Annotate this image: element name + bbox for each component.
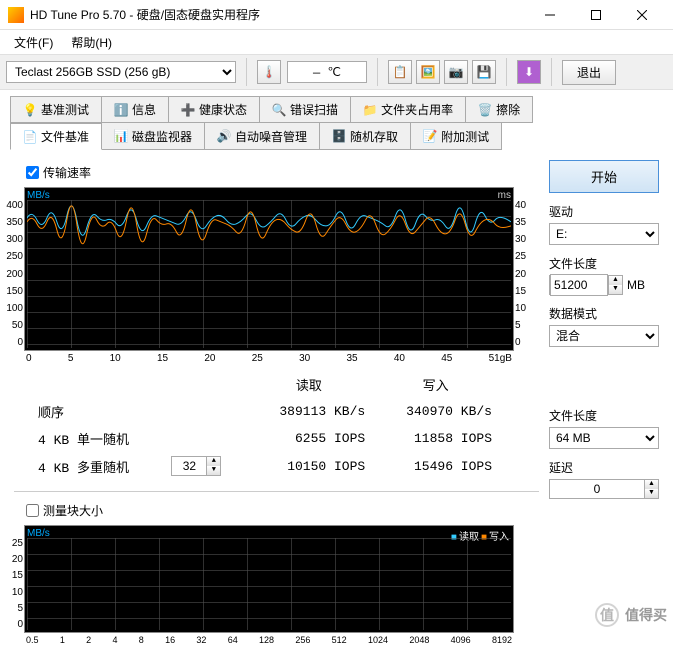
data-mode-label: 数据模式: [549, 305, 659, 322]
data-mode-select[interactable]: 混合: [549, 325, 659, 347]
tab-文件基准[interactable]: 📄文件基准: [10, 123, 102, 150]
window-title: HD Tune Pro 5.70 - 硬盘/固态硬盘实用程序: [30, 6, 527, 23]
exit-button[interactable]: 退出: [562, 60, 616, 85]
tab-磁盘监视器[interactable]: 📊磁盘监视器: [101, 123, 205, 150]
transfer-rate-checkbox[interactable]: [26, 166, 39, 179]
table-row: 顺序389113 KB/s340970 KB/s: [32, 399, 498, 424]
file-length-input[interactable]: [550, 274, 608, 296]
tab-icon: 📁: [363, 103, 377, 117]
watermark-icon: 值: [595, 603, 619, 627]
copy-text-icon[interactable]: 📋: [388, 60, 412, 84]
tab-健康状态[interactable]: ➕健康状态: [168, 96, 260, 123]
file-length-label: 文件长度: [549, 255, 659, 272]
menu-file[interactable]: 文件(F): [6, 32, 61, 53]
file-length-2-select[interactable]: 64 MB: [549, 427, 659, 449]
save-icon[interactable]: 💾: [472, 60, 496, 84]
tab-icon: 🔍: [272, 103, 286, 117]
tab-错误扫描[interactable]: 🔍错误扫描: [259, 96, 351, 123]
drive-field-label: 驱动: [549, 203, 659, 220]
tab-擦除[interactable]: 🗑️擦除: [465, 96, 533, 123]
close-button[interactable]: [619, 0, 665, 30]
block-size-label: 测量块大小: [43, 502, 103, 519]
tab-icon: 🔊: [217, 129, 231, 143]
transfer-rate-label: 传输速率: [43, 164, 91, 181]
tab-基准测试[interactable]: 💡基准测试: [10, 96, 102, 123]
drive-select[interactable]: Teclast 256GB SSD (256 gB): [6, 61, 236, 83]
block-size-checkbox[interactable]: [26, 504, 39, 517]
file-length-2-label: 文件长度: [549, 407, 659, 424]
tab-icon: 📊: [114, 129, 128, 143]
tab-icon: ℹ️: [114, 103, 128, 117]
titlebar: HD Tune Pro 5.70 - 硬盘/固态硬盘实用程序: [0, 0, 673, 30]
delay-input[interactable]: [550, 482, 644, 496]
tab-自动噪音管理[interactable]: 🔊自动噪音管理: [204, 123, 320, 150]
tab-icon: 📝: [423, 129, 437, 143]
spin-up-icon[interactable]: ▲: [644, 480, 658, 489]
transfer-rate-chart: MB/s ms 400350300250200150100500 4035302…: [24, 187, 514, 351]
table-row: 4 KB 单一随机6255 IOPS11858 IOPS: [32, 426, 498, 451]
temperature-readout: — ℃: [287, 61, 367, 83]
start-button[interactable]: 开始: [549, 160, 659, 193]
write-header: 写入: [373, 372, 498, 397]
tab-icon: 💡: [23, 103, 37, 117]
tab-文件夹占用率[interactable]: 📁文件夹占用率: [350, 96, 466, 123]
delay-label: 延迟: [549, 459, 659, 476]
tab-信息[interactable]: ℹ️信息: [101, 96, 169, 123]
menu-help[interactable]: 帮助(H): [63, 32, 120, 53]
spin-down-icon[interactable]: ▼: [608, 285, 622, 294]
watermark: 值 值得买: [595, 603, 667, 627]
tab-附加测试[interactable]: 📝附加测试: [410, 123, 502, 150]
spin-down-icon[interactable]: ▼: [644, 489, 658, 498]
tab-icon: ➕: [181, 103, 195, 117]
tab-icon: 🗑️: [478, 103, 492, 117]
spin-down-icon[interactable]: ▼: [206, 466, 220, 475]
camera-icon[interactable]: 📷: [444, 60, 468, 84]
tab-icon: 🗄️: [332, 129, 346, 143]
toolbar: Teclast 256GB SSD (256 gB) 🌡️ — ℃ 📋 🖼️ 📷…: [0, 54, 673, 90]
tab-icon: 📄: [23, 130, 37, 144]
app-icon: [8, 7, 24, 23]
block-size-chart: MB/s 读取 写入 2520151050: [24, 525, 514, 633]
tab-随机存取[interactable]: 🗄️随机存取: [319, 123, 411, 150]
minimize-button[interactable]: [527, 0, 573, 30]
spin-up-icon[interactable]: ▲: [206, 457, 220, 466]
queue-depth-input[interactable]: [172, 459, 206, 473]
settings-icon[interactable]: ⬇: [517, 60, 541, 84]
drive-letter-select[interactable]: E:: [549, 223, 659, 245]
tab-strip: 💡基准测试ℹ️信息➕健康状态🔍错误扫描📁文件夹占用率🗑️擦除 📄文件基准📊磁盘监…: [0, 90, 673, 150]
spin-up-icon[interactable]: ▲: [608, 276, 622, 285]
file-length-unit: MB: [627, 278, 645, 292]
menubar: 文件(F) 帮助(H): [0, 30, 673, 54]
copy-screenshot-icon[interactable]: 🖼️: [416, 60, 440, 84]
maximize-button[interactable]: [573, 0, 619, 30]
table-row: 4 KB 多重随机▲▼10150 IOPS15496 IOPS: [32, 453, 498, 479]
thermometer-icon[interactable]: 🌡️: [257, 60, 281, 84]
read-header: 读取: [246, 372, 371, 397]
results-table: 读取写入 顺序389113 KB/s340970 KB/s4 KB 单一随机62…: [30, 370, 500, 481]
